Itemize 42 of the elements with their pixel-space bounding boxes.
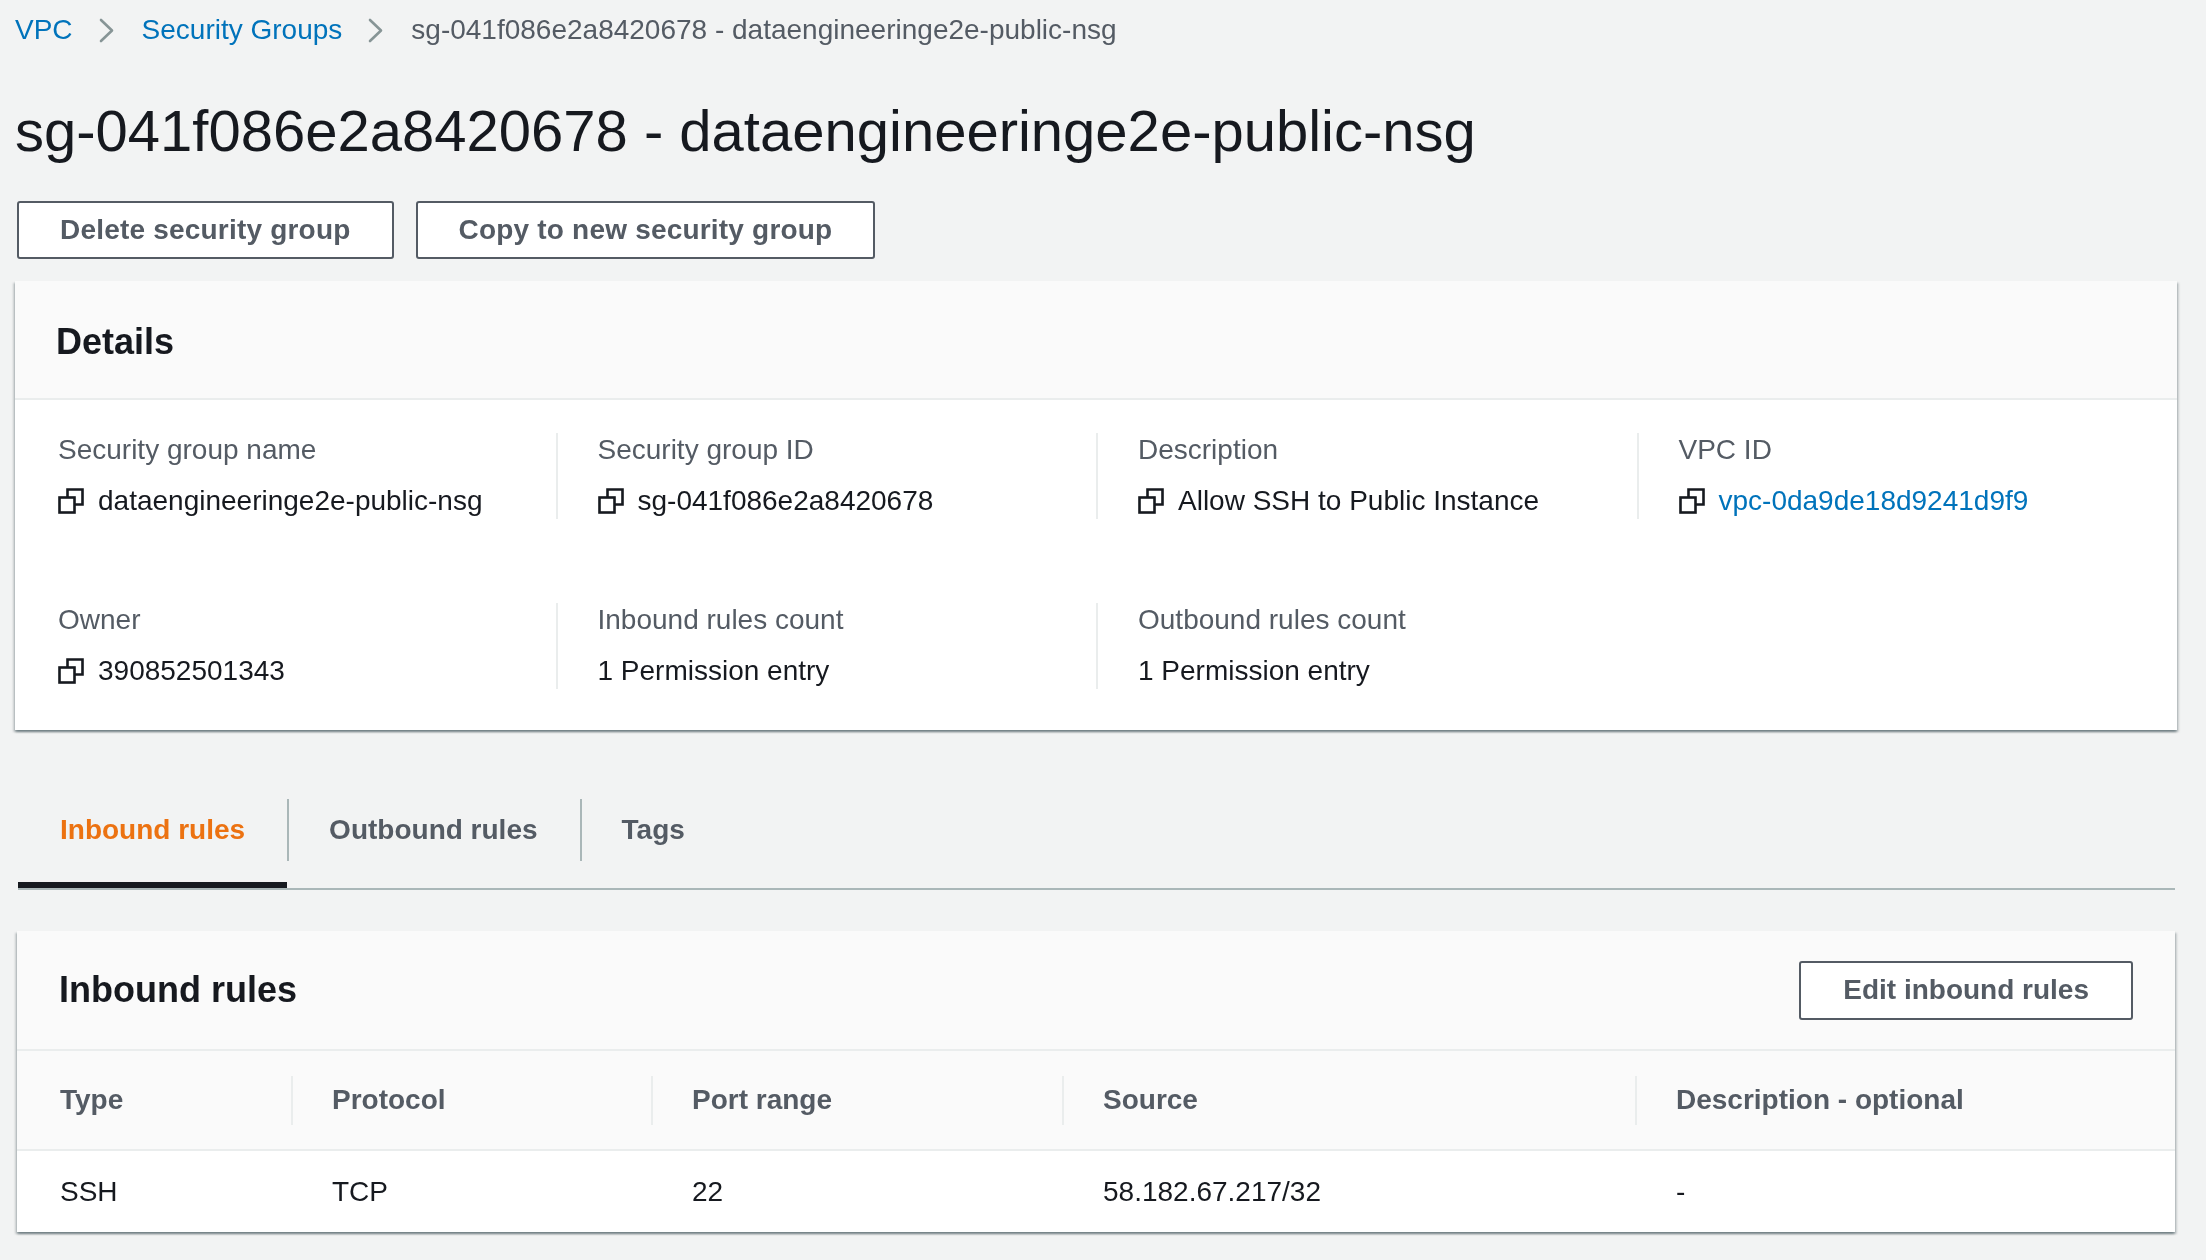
- field-value: sg-041f086e2a8420678: [637, 484, 934, 518]
- column-header: Description - optional: [1635, 1051, 2175, 1150]
- field-label: Owner: [58, 603, 142, 637]
- column-header: Port range: [651, 1051, 1062, 1150]
- copy-icon[interactable]: [58, 488, 84, 514]
- table-cell: SSH: [17, 1150, 291, 1232]
- copy-icon[interactable]: [597, 488, 624, 514]
- table-cell: 58.182.67.217/32: [1062, 1150, 1635, 1232]
- breadcrumb-current: sg-041f086e2a8420678 - dataengineeringe2e-public-nsg: [411, 13, 1117, 47]
- field-label: Inbound rules count: [597, 603, 845, 637]
- field-value: Allow SSH to Public Instance: [1178, 484, 1540, 518]
- table-cell: 22: [651, 1150, 1062, 1232]
- field-label: Outbound rules count: [1138, 603, 1407, 637]
- edit-button[interactable]: Edit inbound rules: [1799, 960, 2133, 1020]
- copy-icon[interactable]: [1138, 488, 1164, 514]
- copy-icon[interactable]: [58, 658, 84, 684]
- breadcrumb-link[interactable]: VPC: [15, 10, 73, 50]
- action-button[interactable]: Delete security group: [17, 201, 394, 259]
- column-header: Type: [17, 1051, 291, 1150]
- page-title: sg-041f086e2a8420678 - dataengineeringe2e-public-nsg: [15, 97, 1477, 165]
- field-value: 1 Permission entry: [597, 654, 830, 688]
- field-value: 1 Permission entry: [1138, 654, 1370, 688]
- tab[interactable]: Tags: [579, 798, 727, 888]
- chevron-right-icon: [97, 17, 115, 43]
- field-label: Security group ID: [597, 433, 815, 467]
- field-link[interactable]: vpc-0da9de18d9241d9f9: [1718, 483, 2029, 519]
- copy-icon[interactable]: [1678, 488, 1705, 514]
- tab[interactable]: Outbound rules: [287, 798, 580, 888]
- breadcrumb-link[interactable]: Security Groups: [141, 10, 343, 50]
- field-value: dataengineeringe2e-public-nsg: [98, 484, 483, 518]
- field-label: Description: [1138, 433, 1280, 467]
- table-cell: TCP: [291, 1150, 651, 1232]
- chevron-right-icon: [367, 17, 385, 43]
- panel-heading: Details: [56, 320, 175, 363]
- action-button[interactable]: Copy to new security group: [415, 201, 876, 259]
- column-header: Protocol: [291, 1051, 651, 1150]
- table-cell: -: [1635, 1150, 2175, 1232]
- column-header: Source: [1062, 1051, 1635, 1150]
- field-value: 390852501343: [98, 654, 285, 688]
- field-label: VPC ID: [1678, 433, 1773, 467]
- field-label: Security group name: [58, 433, 318, 467]
- panel-heading: Inbound rules: [59, 969, 297, 1011]
